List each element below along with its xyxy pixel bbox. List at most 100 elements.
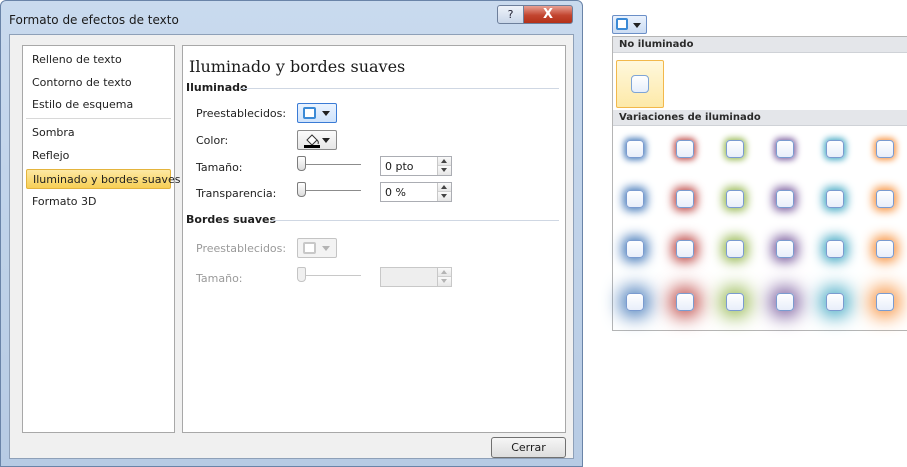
- soft-edges-size-slider-track: [297, 275, 361, 276]
- spin-up-button[interactable]: [438, 183, 451, 192]
- nav-item-outline-style[interactable]: Estilo de esquema: [26, 95, 171, 115]
- glow-presets-gallery: No iluminado Variaciones de iluminado: [612, 36, 907, 331]
- window-close-button[interactable]: X: [523, 5, 573, 24]
- glow-variation-option[interactable]: [776, 140, 794, 158]
- glow-variation-option[interactable]: [876, 293, 894, 311]
- chevron-down-icon: [322, 246, 330, 251]
- glow-variation-option[interactable]: [726, 140, 744, 158]
- glow-transparency-slider-track: [297, 190, 361, 191]
- help-button[interactable]: ?: [497, 5, 524, 24]
- nav-item-text-outline[interactable]: Contorno de texto: [26, 73, 171, 93]
- spin-down-button[interactable]: [438, 166, 451, 175]
- arrow-down-icon: [441, 194, 447, 198]
- spin-up-button[interactable]: [438, 268, 451, 277]
- glow-variation-option[interactable]: [626, 240, 644, 258]
- arrow-up-icon: [441, 185, 447, 189]
- arrow-down-icon: [441, 168, 447, 172]
- glow-variation-option[interactable]: [776, 240, 794, 258]
- glow-variation-option[interactable]: [776, 293, 794, 311]
- glow-variation-option[interactable]: [826, 140, 844, 158]
- settings-panel: Iluminado y bordes suaves Iluminado Pree…: [182, 45, 566, 433]
- glow-variation-option[interactable]: [876, 140, 894, 158]
- glow-variation-option[interactable]: [726, 190, 744, 208]
- nav-item-label: Reflejo: [32, 149, 70, 162]
- soft-edges-size-spinner[interactable]: [380, 267, 452, 287]
- glow-variation-option[interactable]: [876, 190, 894, 208]
- arrow-up-icon: [441, 270, 447, 274]
- help-icon: ?: [507, 8, 514, 21]
- glow-variation-option[interactable]: [776, 190, 794, 208]
- arrow-up-icon: [441, 159, 447, 163]
- section-divider: [271, 220, 559, 221]
- glow-size-spinner[interactable]: 0 pto: [380, 156, 452, 176]
- soft-edges-size-label: Tamaño:: [196, 272, 243, 285]
- glow-presets-label: Preestablecidos:: [196, 107, 287, 120]
- soft-edges-presets-label: Preestablecidos:: [196, 242, 287, 255]
- glow-transparency-spinner[interactable]: 0 %: [380, 182, 452, 202]
- nav-item-text-fill[interactable]: Relleno de texto: [26, 50, 171, 70]
- no-glow-preview-icon: [631, 75, 649, 93]
- glow-section-heading: Iluminado: [186, 81, 248, 94]
- nav-item-glow-soft-edges[interactable]: Iluminado y bordes suaves: [26, 169, 180, 189]
- soft-edge-preset-swatch-icon: [303, 242, 316, 254]
- spin-down-button[interactable]: [438, 277, 451, 286]
- spinner-buttons: [437, 157, 451, 175]
- spin-down-button[interactable]: [438, 192, 451, 201]
- chevron-down-icon: [322, 111, 330, 116]
- nav-item-label: Relleno de texto: [32, 53, 122, 66]
- nav-item-3d-format[interactable]: Formato 3D: [26, 192, 171, 212]
- glow-color-dropdown[interactable]: [297, 130, 337, 150]
- no-glow-heading: No iluminado: [613, 37, 907, 53]
- glow-variation-option[interactable]: [626, 190, 644, 208]
- glow-variation-option[interactable]: [726, 240, 744, 258]
- format-text-effects-dialog: Formato de efectos de texto ? X Relleno …: [0, 0, 583, 467]
- glow-size-label: Tamaño:: [196, 161, 243, 174]
- spin-up-button[interactable]: [438, 157, 451, 166]
- glow-size-value: 0 pto: [385, 160, 414, 173]
- nav-item-label: Contorno de texto: [32, 76, 132, 89]
- category-list: Relleno de texto Contorno de texto Estil…: [22, 45, 180, 433]
- soft-edges-size-slider-thumb[interactable]: [297, 267, 306, 282]
- nav-item-label: Sombra: [32, 126, 75, 139]
- glow-size-slider-thumb[interactable]: [297, 156, 306, 171]
- glow-variation-option[interactable]: [826, 240, 844, 258]
- title-bar[interactable]: Formato de efectos de texto ? X: [1, 1, 582, 34]
- glow-variation-option[interactable]: [826, 190, 844, 208]
- no-glow-option[interactable]: [616, 60, 664, 108]
- spinner-buttons: [437, 183, 451, 201]
- section-divider: [241, 88, 559, 89]
- glow-variation-option[interactable]: [676, 293, 694, 311]
- glow-preset-swatch-icon: [303, 107, 316, 119]
- glow-preset-swatch-icon: [616, 18, 628, 30]
- glow-variation-option[interactable]: [826, 293, 844, 311]
- glow-transparency-label: Transparencia:: [196, 187, 277, 200]
- dialog-title: Formato de efectos de texto: [9, 13, 179, 27]
- glow-transparency-slider-thumb[interactable]: [297, 182, 306, 197]
- spinner-buttons: [437, 268, 451, 286]
- dialog-client-area: Relleno de texto Contorno de texto Estil…: [9, 34, 574, 459]
- nav-item-label: Estilo de esquema: [32, 98, 134, 111]
- glow-variation-option[interactable]: [626, 293, 644, 311]
- close-button[interactable]: Cerrar: [491, 437, 566, 458]
- glow-variation-option[interactable]: [626, 140, 644, 158]
- arrow-down-icon: [441, 279, 447, 283]
- nav-item-shadow[interactable]: Sombra: [26, 123, 171, 143]
- glow-variation-option[interactable]: [726, 293, 744, 311]
- glow-variation-option[interactable]: [676, 190, 694, 208]
- soft-edges-section-heading: Bordes suaves: [186, 213, 277, 226]
- glow-variation-option[interactable]: [676, 240, 694, 258]
- glow-variations-heading: Variaciones de iluminado: [613, 110, 907, 126]
- glow-variation-option[interactable]: [876, 240, 894, 258]
- nav-item-reflection[interactable]: Reflejo: [26, 146, 171, 166]
- glow-presets-dropdown[interactable]: [297, 103, 337, 123]
- close-icon: X: [542, 7, 554, 22]
- glow-transparency-value: 0 %: [385, 186, 406, 199]
- glow-variation-option[interactable]: [676, 140, 694, 158]
- glow-size-slider-track: [297, 164, 361, 165]
- chevron-down-icon: [633, 23, 641, 28]
- glow-presets-dropdown-open[interactable]: [612, 15, 647, 34]
- soft-edges-presets-dropdown[interactable]: [297, 238, 337, 258]
- nav-item-label: Iluminado y bordes suaves: [33, 173, 181, 186]
- paint-bucket-icon: [304, 134, 320, 148]
- nav-divider: [26, 118, 171, 119]
